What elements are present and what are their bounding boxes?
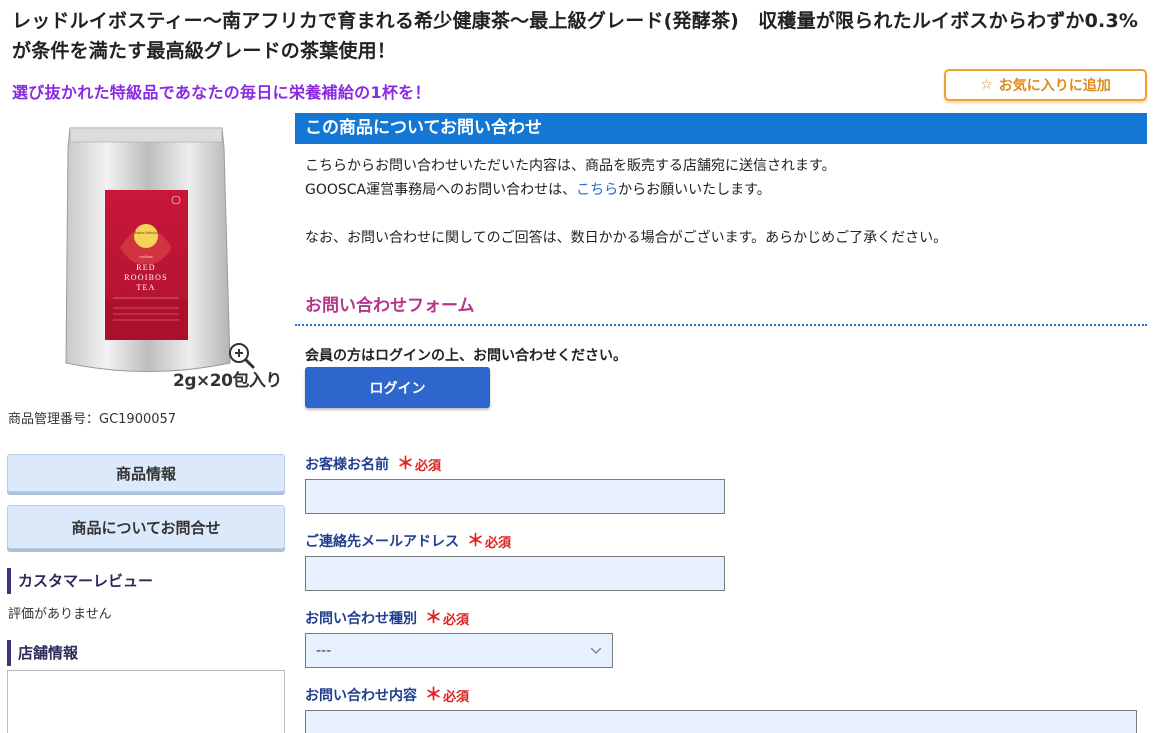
form-title-divider [295, 324, 1147, 326]
product-info-button[interactable]: 商品情報 [7, 454, 285, 492]
email-input[interactable] [305, 556, 725, 591]
inquiry-type-label: お問い合わせ種別 ＊必須 [305, 608, 469, 628]
review-empty-text: 評価がありません [8, 607, 112, 622]
star-outline-icon: ☆ [980, 77, 993, 93]
inquiry-content-label-text: お問い合わせ内容 [305, 688, 417, 704]
package-badge-text: Masters Selection [133, 231, 159, 235]
required-mark: ＊ [467, 531, 484, 551]
required-mark: ＊ [425, 685, 442, 705]
member-login-note: 会員の方はログインの上、お問い合わせください。 [305, 348, 627, 364]
required-text: 必須 [443, 612, 470, 628]
email-field-label: ご連絡先メールアドレス ＊必須 [305, 531, 511, 551]
intro-line-2-before: GOOSCA運営事務局へのお問い合わせは、 [305, 182, 577, 198]
chevron-down-icon [590, 644, 602, 658]
intro-line-2-after: からお願いいたします。 [618, 182, 771, 198]
store-info-box [7, 670, 285, 733]
package-line1: RED [136, 263, 156, 272]
required-badge: ＊必須 [425, 609, 469, 628]
add-to-favorites-label: お気に入りに追加 [998, 78, 1111, 94]
login-button[interactable]: ログイン [305, 367, 490, 408]
required-mark: ＊ [425, 608, 442, 628]
inquiry-type-label-text: お問い合わせ種別 [305, 611, 417, 627]
inquiry-header: この商品についてお問い合わせ [295, 113, 1147, 144]
required-badge: ＊必須 [397, 455, 441, 474]
store-info-heading: 店舗情報 [7, 640, 78, 666]
email-label-text: ご連絡先メールアドレス [305, 534, 459, 550]
inquiry-content-label: お問い合わせ内容 ＊必須 [305, 685, 469, 705]
inquiry-type-selected: --- [316, 642, 332, 659]
product-catch-copy: 選び抜かれた特級品であなたの毎日に栄養補給の1杯を！ [12, 83, 431, 102]
required-badge: ＊必須 [425, 686, 469, 705]
product-inquiry-button[interactable]: 商品についてお問合せ [7, 505, 285, 549]
name-input[interactable] [305, 479, 725, 514]
intro-line-2: GOOSCA運営事務局へのお問い合わせは、こちらからお願いいたします。 [305, 178, 771, 202]
add-to-favorites-button[interactable]: ☆ お気に入りに追加 [944, 69, 1147, 101]
package-series-text: rooibos [139, 254, 153, 259]
inquiry-content-textarea[interactable] [305, 710, 1137, 733]
product-title: レッドルイボスティー〜南アフリカで育まれる希少健康茶〜最上級グレード(発酵茶) … [12, 10, 1139, 62]
package-line2: ROOIBOS [124, 273, 168, 282]
required-mark: ＊ [397, 454, 414, 474]
product-management-number: 商品管理番号：GC1900057 [8, 412, 177, 427]
inquiry-form-title: お問い合わせフォーム [305, 296, 475, 316]
required-text: 必須 [443, 689, 470, 705]
intro-line-3: なお、お問い合わせに関してのご回答は、数日かかる場合がございます。あらかじめご了… [305, 230, 948, 246]
goosca-contact-link[interactable]: こちら [576, 182, 618, 198]
required-badge: ＊必須 [467, 532, 511, 551]
product-image[interactable]: Masters Selection rooibos RED ROOIBOS TE… [8, 118, 286, 396]
customer-review-heading: カスタマーレビュー [7, 568, 153, 594]
required-text: 必須 [415, 458, 442, 474]
required-text: 必須 [485, 535, 512, 551]
package-count-label: 2g×20包入り [173, 371, 282, 391]
name-field-label: お客様お名前 ＊必須 [305, 454, 441, 474]
name-label-text: お客様お名前 [305, 457, 389, 473]
package-line3: TEA [136, 283, 155, 292]
intro-line-1: こちらからお問い合わせいただいた内容は、商品を販売する店舗宛に送信されます。 [305, 158, 836, 174]
inquiry-type-select[interactable]: --- [305, 633, 613, 668]
